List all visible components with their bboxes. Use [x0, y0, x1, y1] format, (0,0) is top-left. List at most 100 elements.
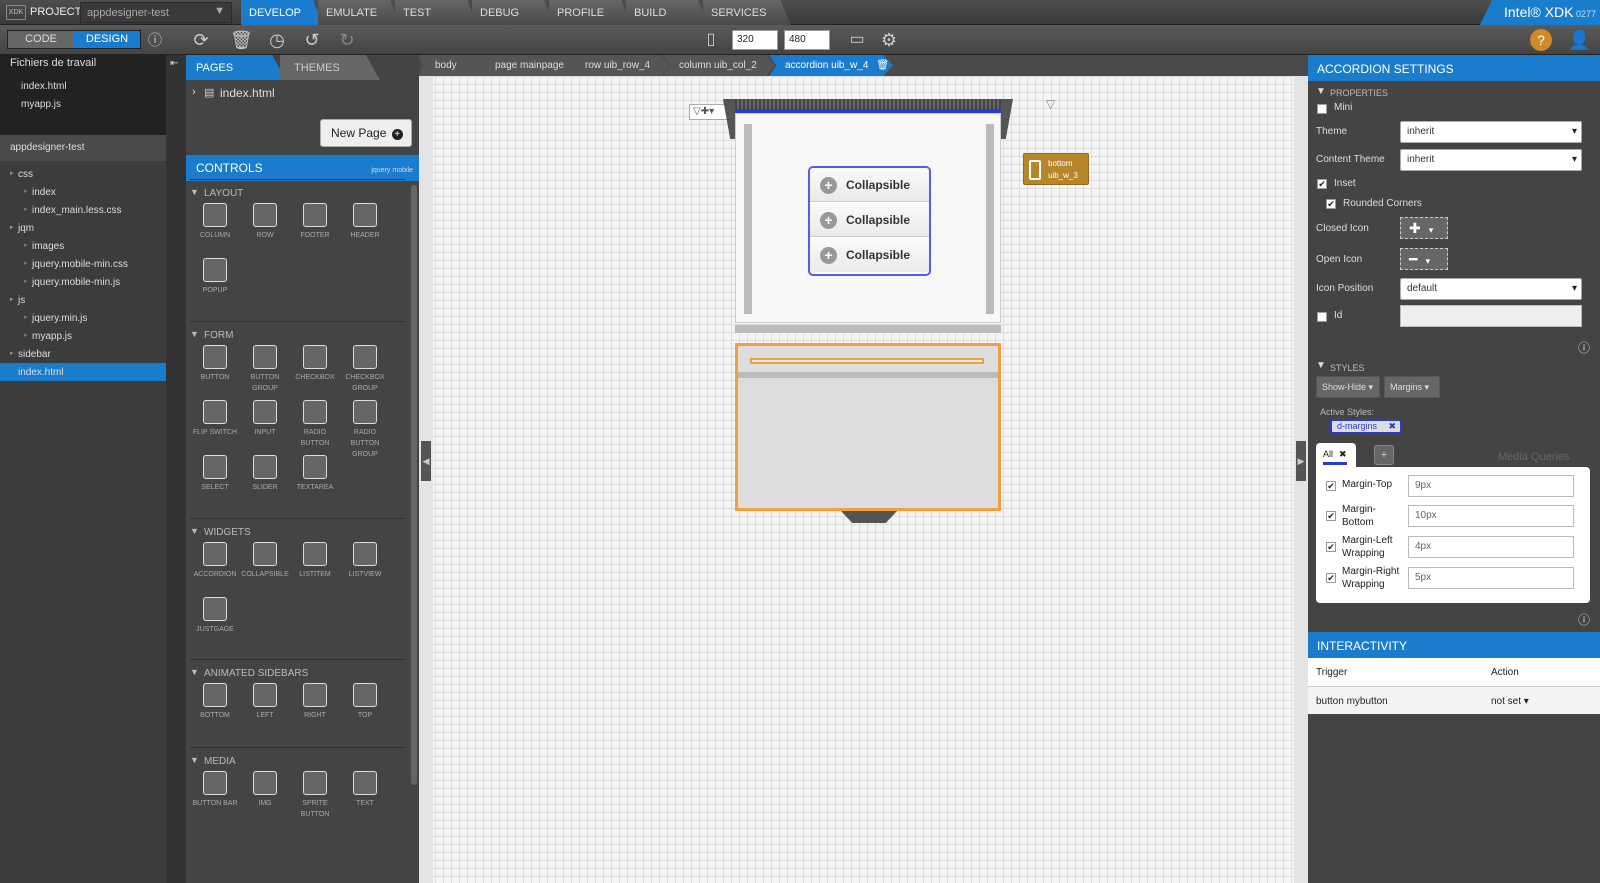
tab-themes[interactable]: THEMES: [280, 55, 380, 80]
close-icon[interactable]: ✖: [1339, 449, 1347, 459]
bottom-sidebar-tag[interactable]: bottom uib_w_3: [1023, 153, 1089, 185]
control-item[interactable]: SPRITE BUTTON: [290, 771, 340, 820]
margin-input[interactable]: 10px: [1408, 505, 1574, 527]
device-bottom-handle[interactable]: [841, 511, 897, 523]
add-media-query-button[interactable]: +: [1374, 445, 1394, 465]
margin-checkbox[interactable]: ✔: [1326, 573, 1336, 583]
tree-arrow-icon[interactable]: ▸: [24, 331, 28, 339]
portrait-icon[interactable]: ▯: [700, 29, 722, 51]
tree-item[interactable]: index: [32, 187, 56, 198]
trash-icon[interactable]: 🗑: [230, 29, 253, 51]
tree-arrow-icon[interactable]: ▸: [10, 169, 14, 177]
control-item[interactable]: POPUP: [190, 258, 240, 296]
breadcrumb-item[interactable]: body: [419, 55, 489, 76]
mini-checkbox[interactable]: [1317, 104, 1327, 114]
control-item[interactable]: LISTITEM: [290, 542, 340, 580]
triangle-down-icon[interactable]: ▼: [1316, 360, 1326, 371]
row-divider[interactable]: [735, 325, 1001, 333]
redo-icon[interactable]: ↻: [336, 29, 358, 51]
close-icon[interactable]: ✖: [1388, 421, 1396, 432]
margin-checkbox[interactable]: ✔: [1326, 481, 1336, 491]
style-tag[interactable]: d-margins ✖: [1330, 419, 1402, 434]
control-item[interactable]: BUTTON BAR: [190, 771, 240, 809]
margin-input[interactable]: 4px: [1408, 536, 1574, 558]
control-item[interactable]: CHECKBOX GROUP: [340, 345, 390, 394]
gear-icon[interactable]: ⚙: [878, 29, 900, 51]
closed-icon-picker[interactable]: ✚ ▾: [1400, 217, 1448, 239]
margin-checkbox[interactable]: ✔: [1326, 511, 1336, 521]
collapsible-item[interactable]: + Collapsible: [810, 203, 929, 237]
tree-item[interactable]: jquery.mobile-min.js: [32, 277, 120, 288]
inset-checkbox[interactable]: ✔: [1317, 179, 1327, 189]
control-item[interactable]: RIGHT: [290, 683, 340, 721]
tab-test[interactable]: TEST: [395, 0, 477, 25]
tree-arrow-icon[interactable]: ▸: [24, 205, 28, 213]
landscape-icon[interactable]: ▭: [846, 29, 868, 51]
rounded-checkbox[interactable]: ✔: [1326, 199, 1336, 209]
device-top-bar[interactable]: [735, 99, 1001, 109]
control-item[interactable]: RADIO BUTTON: [290, 400, 340, 449]
triangle-down-icon[interactable]: ▼: [1316, 86, 1326, 97]
page-file[interactable]: index.html: [220, 86, 275, 100]
new-page-button[interactable]: New Page +: [320, 119, 412, 147]
icon-position-select[interactable]: default: [1400, 278, 1582, 300]
control-item[interactable]: IMG: [240, 771, 290, 809]
action-dropdown[interactable]: not set ▾: [1491, 696, 1529, 707]
history-icon[interactable]: ◷: [266, 29, 288, 51]
bottom-sidebar-handle[interactable]: [750, 358, 984, 364]
margins-dropdown[interactable]: Margins ▾: [1384, 376, 1440, 398]
controls-scrollbar[interactable]: [411, 185, 417, 785]
tab-pages[interactable]: PAGES: [186, 55, 286, 80]
tab-build[interactable]: BUILD: [626, 0, 708, 25]
triangle-down-icon[interactable]: ▼: [190, 329, 199, 339]
tree-item[interactable]: js: [18, 295, 25, 306]
tree-item[interactable]: myapp.js: [32, 331, 72, 342]
info-icon[interactable]: ⓘ: [1578, 339, 1590, 356]
refresh-icon[interactable]: ⟳: [190, 29, 212, 51]
control-item[interactable]: FOOTER: [290, 203, 340, 241]
control-item[interactable]: COLUMN: [190, 203, 240, 241]
info-icon[interactable]: ⓘ: [1578, 611, 1590, 628]
table-row[interactable]: button mybutton not set ▾: [1308, 686, 1600, 714]
tree-arrow-icon[interactable]: ▸: [24, 259, 28, 267]
tab-emulate[interactable]: EMULATE: [318, 0, 400, 25]
open-file[interactable]: myapp.js: [21, 99, 61, 110]
tab-debug[interactable]: DEBUG: [472, 0, 554, 25]
control-item[interactable]: ACCORDION: [190, 542, 240, 580]
tree-item[interactable]: css: [18, 169, 33, 180]
filter-icon[interactable]: ▽: [1046, 97, 1055, 111]
triangle-down-icon[interactable]: ▼: [190, 526, 199, 536]
project-selector[interactable]: appdesigner-test ▼: [80, 2, 232, 23]
triangle-down-icon[interactable]: ▼: [190, 667, 199, 677]
control-item[interactable]: BOTTOM: [190, 683, 240, 721]
tree-item[interactable]: jqm: [18, 223, 34, 234]
control-item[interactable]: JUSTGAGE: [190, 597, 240, 635]
control-item[interactable]: HEADER: [340, 203, 390, 241]
content-theme-select[interactable]: inherit: [1400, 149, 1582, 171]
triangle-down-icon[interactable]: ▼: [190, 187, 199, 197]
tree-arrow-icon[interactable]: ▸: [24, 187, 28, 195]
control-item[interactable]: LEFT: [240, 683, 290, 721]
control-item[interactable]: TOP: [340, 683, 390, 721]
tree-arrow-icon[interactable]: ▸: [10, 223, 14, 231]
theme-select[interactable]: inherit: [1400, 121, 1582, 143]
breadcrumb-item[interactable]: row uib_row_4: [569, 55, 669, 76]
triangle-down-icon[interactable]: ▼: [190, 755, 199, 765]
tree-item[interactable]: jquery.mobile-min.css: [32, 259, 128, 270]
tree-arrow-icon[interactable]: ▸: [10, 349, 14, 357]
tree-item[interactable]: jquery.min.js: [32, 313, 87, 324]
open-file[interactable]: index.html: [21, 81, 67, 92]
height-input[interactable]: 480: [784, 30, 830, 50]
page-body[interactable]: + Collapsible + Collapsible + Collapsible: [735, 113, 1001, 323]
code-button[interactable]: CODE: [8, 31, 74, 48]
show-hide-dropdown[interactable]: Show-Hide ▾: [1316, 376, 1380, 398]
column-handle-right[interactable]: [986, 124, 994, 314]
media-tab-all[interactable]: All ✖: [1316, 443, 1356, 467]
control-item[interactable]: BUTTON GROUP: [240, 345, 290, 394]
collapse-right-icon[interactable]: ▶: [1296, 441, 1306, 481]
width-input[interactable]: 320: [732, 30, 778, 50]
tree-item[interactable]: index_main.less.css: [32, 205, 121, 216]
design-button[interactable]: DESIGN: [74, 31, 140, 48]
tree-arrow-icon[interactable]: ▸: [24, 277, 28, 285]
margin-input[interactable]: 9px: [1408, 475, 1574, 497]
